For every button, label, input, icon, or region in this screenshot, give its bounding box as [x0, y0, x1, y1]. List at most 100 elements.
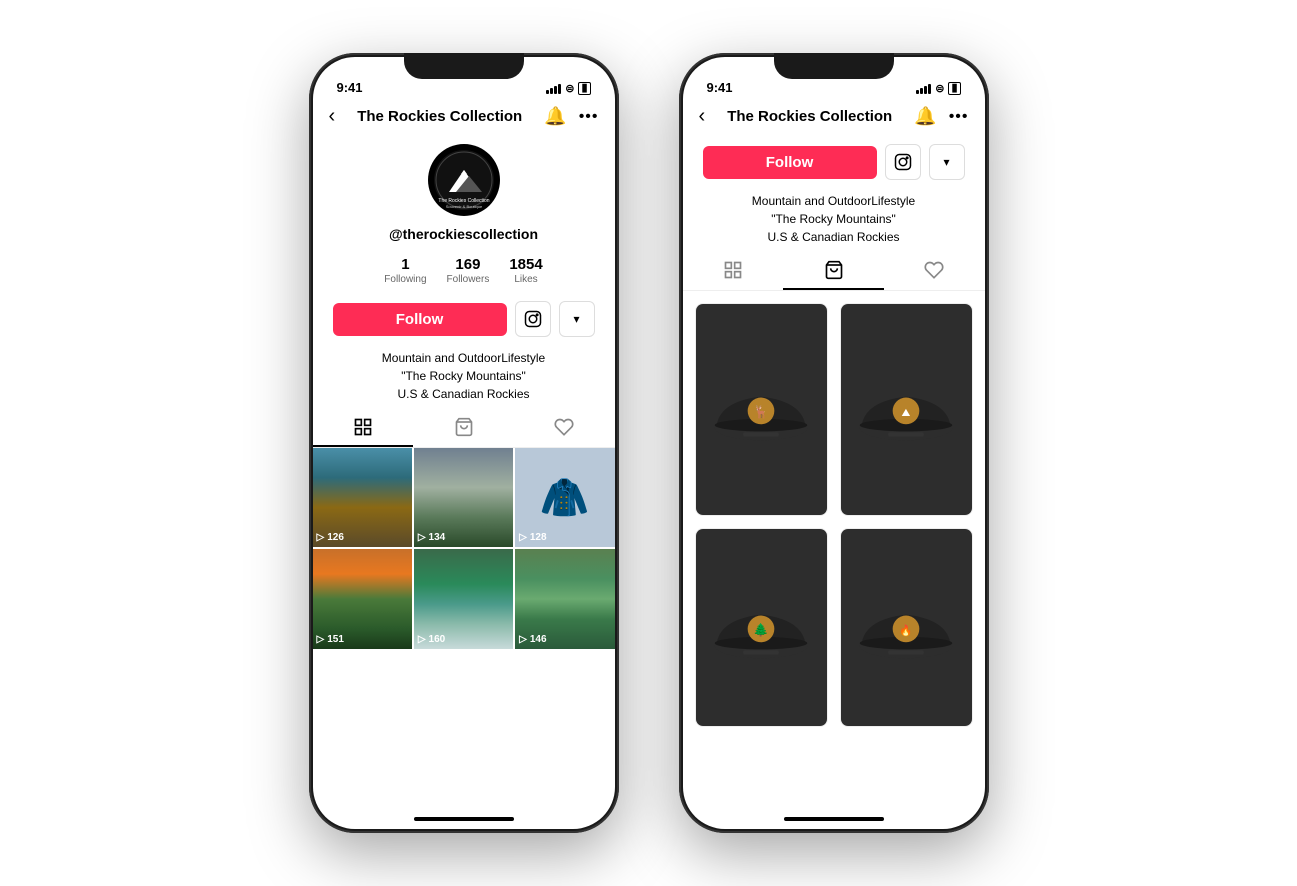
likes-label: Likes [509, 274, 542, 285]
shop-tab-shop[interactable] [783, 260, 884, 290]
notch-2 [774, 53, 894, 79]
nav-bar-2: ‹ The Rockies Collection 🔔 ••• [683, 101, 985, 136]
product-card-1[interactable]: 🦌 Moose Crest - Snapback Hat (Multi ... … [695, 303, 828, 516]
video-count-4: ▷151 [317, 634, 344, 645]
followers-count: 169 [447, 256, 490, 273]
home-indicator [313, 809, 615, 829]
status-icons: ⊜ ▮ [546, 82, 590, 95]
shop-action-row: Follow ▾ [683, 136, 985, 188]
video-thumb-3[interactable]: 🧥 ▷128 [515, 448, 614, 547]
more-options-icon[interactable]: ••• [579, 108, 599, 126]
home-indicator-2 [683, 809, 985, 829]
product-image-3: 🌲 [696, 529, 827, 726]
stats-row: 1 Following 169 Followers 1854 Likes [313, 248, 615, 293]
nav-icons-2: 🔔 ••• [914, 106, 968, 127]
following-count: 1 [384, 256, 426, 273]
nav-icons: 🔔 ••• [544, 106, 598, 127]
video-count-5: ▷160 [418, 634, 445, 645]
product-image-4: 🔥 [841, 529, 972, 726]
following-stat: 1 Following [384, 256, 426, 285]
product-info-4: Campfire Crest - Snapback Hat (Multi ... [841, 726, 972, 727]
product-info-3: Pine Crest - Mesh Back Snapback [696, 726, 827, 727]
home-bar-2 [784, 817, 884, 821]
product-image-1: 🦌 [696, 304, 827, 515]
likes-count: 1854 [509, 256, 542, 273]
likes-stat: 1854 Likes [509, 256, 542, 285]
profile-phone: 9:41 ⊜ ▮ ‹ The Rockies Collection 🔔 ••• [309, 53, 619, 833]
shop-bio-line3: U.S & Canadian Rockies [703, 228, 965, 246]
product-image-2: ⛰ [841, 304, 972, 515]
video-thumb-1[interactable]: ▷126 [313, 448, 412, 547]
followers-label: Followers [447, 274, 490, 285]
back-button[interactable]: ‹ [329, 105, 336, 128]
svg-text:🔥: 🔥 [899, 624, 912, 637]
follow-button-2[interactable]: Follow [703, 146, 877, 179]
status-time: 9:41 [337, 80, 363, 95]
profile-tabs [313, 411, 615, 448]
dropdown-button-2[interactable]: ▾ [929, 144, 965, 180]
notch [404, 53, 524, 79]
video-count-1: ▷126 [317, 532, 344, 543]
battery-icon: ▮ [578, 82, 590, 95]
bio-line2: "The Rocky Mountains" [333, 367, 595, 385]
tab-videos[interactable] [313, 417, 414, 447]
shop-tab-likes[interactable] [884, 260, 985, 290]
nav-bar: ‹ The Rockies Collection 🔔 ••• [313, 101, 615, 136]
svg-text:🦌: 🦌 [753, 404, 769, 419]
video-thumb-2[interactable]: ▷134 [414, 448, 513, 547]
username-section: @therockiescollection [313, 222, 615, 248]
page-title-2: The Rockies Collection [705, 108, 914, 125]
product-info-2: Mountain Crest - Mesh Back Snapback $25.… [841, 515, 972, 516]
page-title: The Rockies Collection [335, 108, 544, 125]
followers-stat: 169 Followers [447, 256, 490, 285]
video-count-6: ▷146 [519, 634, 546, 645]
bell-icon-2[interactable]: 🔔 [914, 106, 936, 127]
avatar: The Rockies Collection Souvenir & Boutiq… [428, 144, 500, 216]
tab-likes[interactable] [514, 417, 615, 447]
instagram-button-2[interactable] [885, 144, 921, 180]
chevron-down-icon: ▾ [573, 312, 579, 326]
wifi-icon-2: ⊜ [935, 82, 944, 95]
shop-bio-line1: Mountain and OutdoorLifestyle [703, 192, 965, 210]
product-grid: 🦌 Moose Crest - Snapback Hat (Multi ... … [683, 291, 985, 739]
video-thumb-4[interactable]: ▷151 [313, 549, 412, 648]
profile-content: The Rockies Collection Souvenir & Boutiq… [313, 136, 615, 809]
shop-tab-videos[interactable] [683, 260, 784, 290]
shop-profile-tabs [683, 254, 985, 291]
more-options-icon-2[interactable]: ••• [949, 108, 969, 126]
signal-icon-2 [916, 84, 931, 94]
chevron-down-icon-2: ▾ [943, 155, 949, 169]
instagram-button[interactable] [515, 301, 551, 337]
back-button-2[interactable]: ‹ [699, 105, 706, 128]
video-count-2: ▷134 [418, 532, 445, 543]
home-bar [414, 817, 514, 821]
dropdown-button[interactable]: ▾ [559, 301, 595, 337]
svg-text:Souvenir & Boutique: Souvenir & Boutique [445, 204, 482, 209]
video-thumb-5[interactable]: ▷160 [414, 549, 513, 648]
bio-line3: U.S & Canadian Rockies [333, 385, 595, 403]
svg-text:🌲: 🌲 [753, 622, 769, 637]
video-count-3: ▷128 [519, 532, 546, 543]
shop-content: Follow ▾ Mountain and OutdoorLifestyle "… [683, 136, 985, 809]
tab-shop[interactable] [413, 417, 514, 447]
follow-button[interactable]: Follow [333, 303, 507, 336]
avatar-section: The Rockies Collection Souvenir & Boutiq… [313, 136, 615, 222]
product-card-3[interactable]: 🌲 Pine Crest - Mesh Back Snapback [695, 528, 828, 727]
shop-bio-section: Mountain and OutdoorLifestyle "The Rocky… [683, 188, 985, 254]
video-thumb-6[interactable]: ▷146 [515, 549, 614, 648]
bio-line1: Mountain and OutdoorLifestyle [333, 349, 595, 367]
action-row: Follow ▾ [313, 293, 615, 345]
product-card-2[interactable]: ⛰ Mountain Crest - Mesh Back Snapback $2… [840, 303, 973, 516]
product-card-4[interactable]: 🔥 Campfire Crest - Snapback Hat (Multi .… [840, 528, 973, 727]
battery-icon-2: ▮ [948, 82, 960, 95]
wifi-icon: ⊜ [565, 82, 574, 95]
signal-icon [546, 84, 561, 94]
svg-text:⛰: ⛰ [902, 407, 911, 419]
shop-bio-line2: "The Rocky Mountains" [703, 210, 965, 228]
status-icons-2: ⊜ ▮ [916, 82, 960, 95]
following-label: Following [384, 274, 426, 285]
product-info-1: Moose Crest - Snapback Hat (Multi ... $2… [696, 515, 827, 516]
username-text: @therockiescollection [389, 226, 538, 242]
bell-icon[interactable]: 🔔 [544, 106, 566, 127]
shop-phone: 9:41 ⊜ ▮ ‹ The Rockies Collection 🔔 ••• [679, 53, 989, 833]
